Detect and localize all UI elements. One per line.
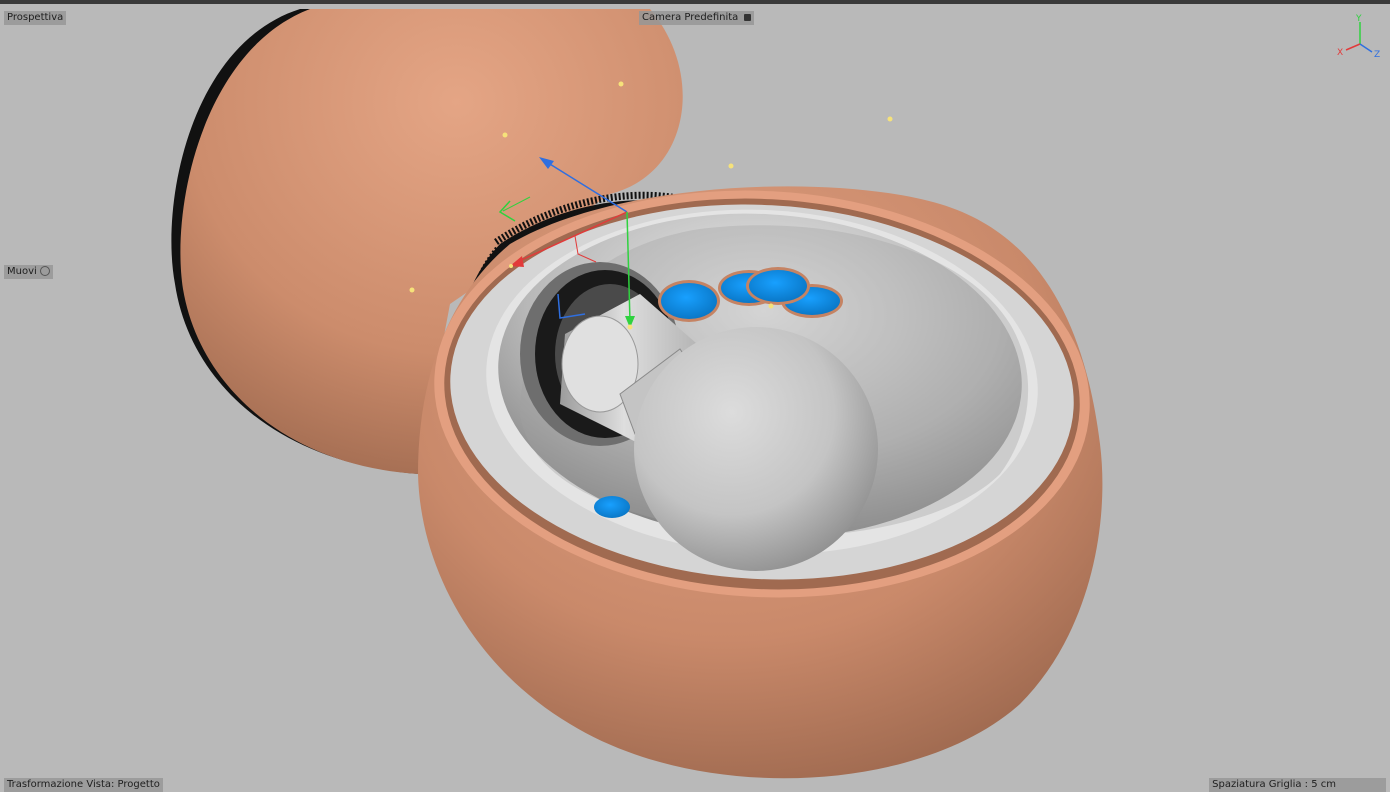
3d-viewport[interactable]: Prospettiva Camera Predefinita Muovi Tra… [0,0,1390,792]
lock-icon[interactable] [744,13,752,21]
scene-render[interactable] [0,4,1390,792]
grid-spacing-text: Spaziatura Griglia : 5 cm [1212,779,1336,790]
x-axis-label: X [1337,48,1344,58]
view-transform-text: Trasformazione Vista: Progetto [7,779,160,790]
active-tool-text: Muovi [7,266,37,277]
view-name-text: Prospettiva [7,12,64,23]
dial-icon [39,266,50,276]
active-tool-label: Muovi [4,265,53,279]
axis-orientation-gizmo: Y X Z [1334,14,1384,62]
camera-name-label[interactable]: Camera Predefinita [639,11,755,25]
ball[interactable] [634,327,878,571]
grid-spacing-label: Spaziatura Griglia : 5 cm [1209,778,1386,792]
y-axis-label: Y [1356,14,1362,24]
z-axis-label: Z [1374,50,1381,60]
view-name-label[interactable]: Prospettiva [4,11,67,25]
view-transform-label: Trasformazione Vista: Progetto [4,778,163,792]
camera-name-text: Camera Predefinita [642,12,739,23]
